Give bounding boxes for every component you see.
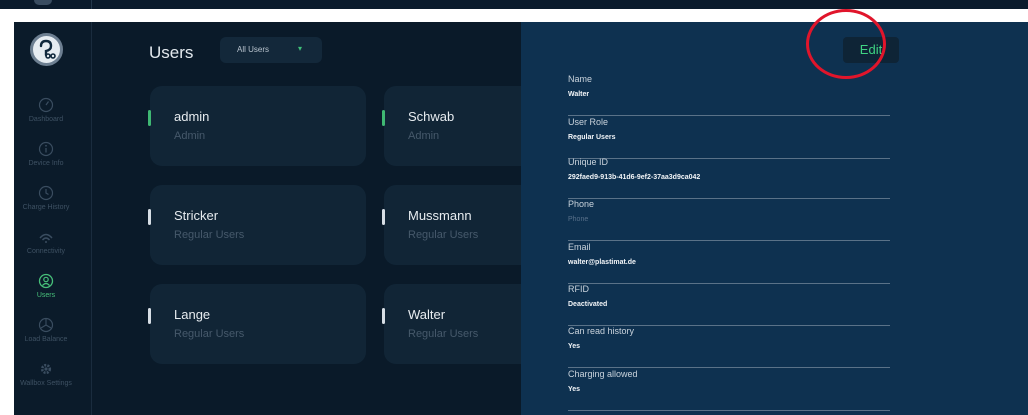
- field-label: Phone: [568, 199, 595, 209]
- field-phone[interactable]: Phone Phone: [568, 199, 890, 241]
- user-name: Stricker: [174, 208, 219, 223]
- user-role: Regular Users: [408, 229, 479, 241]
- balance-icon: [38, 317, 54, 333]
- field-value: Regular Users: [568, 134, 616, 141]
- chevron-down-icon: ▾: [298, 44, 303, 53]
- user-role: Regular Users: [174, 229, 245, 241]
- field-value: walter@plastimat.de: [568, 259, 636, 266]
- field-label: RFID: [568, 284, 589, 294]
- user-role: Regular Users: [174, 328, 245, 340]
- user-card-lange[interactable]: Lange Regular Users: [148, 284, 366, 364]
- field-value: Yes: [568, 343, 581, 350]
- user-role: Admin: [408, 130, 440, 142]
- gauge-icon: [38, 97, 54, 113]
- sidebar-item-label: Load Balance: [24, 336, 68, 343]
- filter-value: All Users: [237, 45, 270, 54]
- sidebar-item-load-balance[interactable]: Load Balance: [14, 317, 78, 343]
- user-icon: [38, 273, 54, 289]
- field-value: 292faed9-913b-41d6-9ef2-37aa3d9ca042: [568, 174, 701, 181]
- clock-icon: [38, 185, 54, 201]
- user-card-admin[interactable]: admin Admin: [148, 86, 366, 166]
- app-logo[interactable]: [30, 33, 63, 66]
- field-value: Yes: [568, 386, 581, 393]
- sidebar-item-dashboard[interactable]: Dashboard: [14, 97, 78, 123]
- sidebar-item-label: Wallbox Settings: [20, 380, 72, 387]
- field-label: User Role: [568, 117, 609, 127]
- sidebar: Dashboard Device Info Charge History Con…: [14, 22, 92, 415]
- field-label: Unique ID: [568, 157, 609, 167]
- card-accent-bar: [148, 110, 151, 126]
- card-accent-bar: [148, 209, 151, 225]
- sidebar-item-wallbox-settings[interactable]: Wallbox Settings: [14, 361, 78, 387]
- user-role: Admin: [174, 130, 206, 142]
- sidebar-item-connectivity[interactable]: Connectivity: [14, 229, 78, 255]
- top-strip-icon: [34, 0, 52, 5]
- sidebar-item-device-info[interactable]: Device Info: [14, 141, 78, 167]
- card-accent-bar: [148, 308, 151, 324]
- sidebar-item-charge-history[interactable]: Charge History: [14, 185, 78, 211]
- sidebar-item-label: Connectivity: [26, 248, 66, 255]
- field-can-read-history: Can read history Yes: [568, 326, 890, 368]
- field-charging-allowed: Charging allowed Yes: [568, 369, 890, 411]
- user-name: admin: [174, 109, 210, 124]
- field-label: Email: [568, 242, 591, 252]
- field-value: Deactivated: [568, 301, 608, 308]
- gear-icon: [40, 363, 52, 375]
- user-role: Regular Users: [408, 328, 479, 340]
- field-email: Email walter@plastimat.de: [568, 242, 890, 284]
- user-detail-panel: Edit Name Walter User Role Regular Users…: [521, 22, 1028, 415]
- field-rfid: RFID Deactivated: [568, 284, 890, 326]
- wifi-icon: [39, 233, 53, 243]
- user-name: Walter: [408, 307, 446, 322]
- card-accent-bar: [382, 110, 385, 126]
- highlight-circle: [806, 9, 886, 79]
- logo-icon: [39, 39, 56, 59]
- card-accent-bar: [382, 308, 385, 324]
- sidebar-item-label: Dashboard: [28, 116, 64, 123]
- user-card-stricker[interactable]: Stricker Regular Users: [148, 185, 366, 265]
- sidebar-item-users[interactable]: Users: [14, 273, 78, 299]
- field-label: Name: [568, 74, 593, 84]
- field-value: Walter: [568, 91, 590, 98]
- field-unique-id: Unique ID 292faed9-913b-41d6-9ef2-37aa3d…: [568, 157, 890, 199]
- top-strip-divider: [91, 0, 92, 9]
- page-title: Users: [149, 43, 194, 62]
- phone-placeholder: Phone: [568, 216, 589, 223]
- user-name: Mussmann: [408, 208, 472, 223]
- app-window: Dashboard Device Info Charge History Con…: [14, 22, 1028, 415]
- field-label: Charging allowed: [568, 369, 638, 379]
- top-strip: [0, 0, 1028, 9]
- user-name: Schwab: [408, 109, 455, 124]
- user-name: Lange: [174, 307, 211, 322]
- user-filter-dropdown[interactable]: All Users ▾: [220, 37, 322, 63]
- sidebar-item-label: Users: [36, 292, 56, 299]
- sidebar-item-label: Charge History: [22, 204, 70, 211]
- info-icon: [38, 141, 54, 157]
- sidebar-item-label: Device Info: [28, 160, 64, 167]
- field-label: Can read history: [568, 326, 635, 336]
- field-name: Name Walter: [568, 74, 890, 116]
- card-accent-bar: [382, 209, 385, 225]
- field-user-role: User Role Regular Users: [568, 117, 890, 159]
